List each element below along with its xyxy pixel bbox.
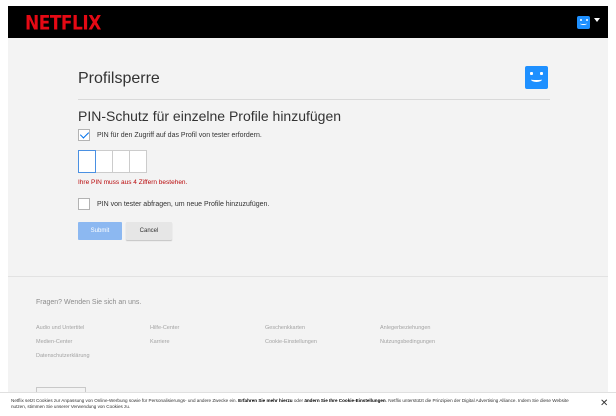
cookie-banner-text: Netflix setzt Cookies zur Anpassung von … xyxy=(11,398,581,410)
pin-digit-1[interactable] xyxy=(78,150,96,173)
avatar-eye-right xyxy=(540,72,543,75)
footer-link[interactable]: Datenschutzerklärung xyxy=(36,353,90,359)
title-divider xyxy=(78,99,550,100)
footer-divider xyxy=(8,276,608,277)
ask-pin-label: PIN von tester abfragen, um neue Profile… xyxy=(97,200,270,208)
footer-link[interactable]: Karriere xyxy=(150,339,170,345)
require-pin-label: PIN für den Zugriff auf das Profil von t… xyxy=(97,131,262,139)
submit-button[interactable]: Submit xyxy=(78,222,122,240)
footer-contact-question[interactable]: Fragen? Wenden Sie sich an uns. xyxy=(36,299,141,306)
require-pin-row[interactable]: PIN für den Zugriff auf das Profil von t… xyxy=(78,129,262,141)
avatar-eye-right xyxy=(586,19,588,21)
page-frame: NETFLIX Profilsperre PIN-Schutz für einz… xyxy=(8,6,608,416)
footer-link[interactable]: Audio und Untertitel xyxy=(36,325,84,331)
avatar-eye-left xyxy=(530,72,533,75)
profile-avatar-smiley-icon[interactable] xyxy=(577,16,590,29)
ask-pin-row[interactable]: PIN von tester abfragen, um neue Profile… xyxy=(78,198,269,210)
footer-link[interactable]: Geschenkkarten xyxy=(265,325,305,331)
pin-input-group xyxy=(78,150,147,173)
avatar-eye-left xyxy=(580,19,582,21)
avatar-mouth xyxy=(531,77,542,82)
close-icon[interactable]: ✕ xyxy=(600,399,608,409)
pin-digit-4[interactable] xyxy=(129,150,147,173)
ask-pin-checkbox[interactable] xyxy=(78,198,90,210)
footer-link[interactable]: Anlegerbeziehungen xyxy=(380,325,430,331)
top-header: NETFLIX xyxy=(8,6,608,38)
footer-link[interactable]: Hilfe-Center xyxy=(150,325,179,331)
pin-digit-2[interactable] xyxy=(95,150,113,173)
footer-link[interactable]: Medien-Center xyxy=(36,339,72,345)
page-title: Profilsperre xyxy=(78,70,160,87)
footer-link[interactable]: Nutzungsbedingungen xyxy=(380,339,435,345)
footer-link[interactable]: Cookie-Einstellungen xyxy=(265,339,317,345)
cancel-button[interactable]: Cancel xyxy=(126,222,172,240)
pin-error-message: Ihre PIN muss aus 4 Ziffern bestehen. xyxy=(78,179,188,186)
cookie-learn-more-link[interactable]: Erfahren Sie mehr hierzu xyxy=(238,398,292,403)
cookie-banner: Netflix setzt Cookies zur Anpassung von … xyxy=(0,392,616,416)
netflix-logo[interactable]: NETFLIX xyxy=(25,12,101,35)
profile-avatar-smiley-icon xyxy=(525,66,548,89)
caret-down-icon[interactable] xyxy=(594,18,600,22)
section-subtitle: PIN-Schutz für einzelne Profile hinzufüg… xyxy=(78,108,342,124)
cookie-settings-link[interactable]: ändern Sie Ihre Cookie-Einstellungen xyxy=(304,398,385,403)
pin-digit-3[interactable] xyxy=(112,150,130,173)
cookie-text-part: oder xyxy=(292,398,305,403)
avatar-mouth xyxy=(580,22,587,25)
cookie-text-part: Netflix setzt Cookies zur Anpassung von … xyxy=(11,398,239,403)
require-pin-checkbox[interactable] xyxy=(78,129,90,141)
